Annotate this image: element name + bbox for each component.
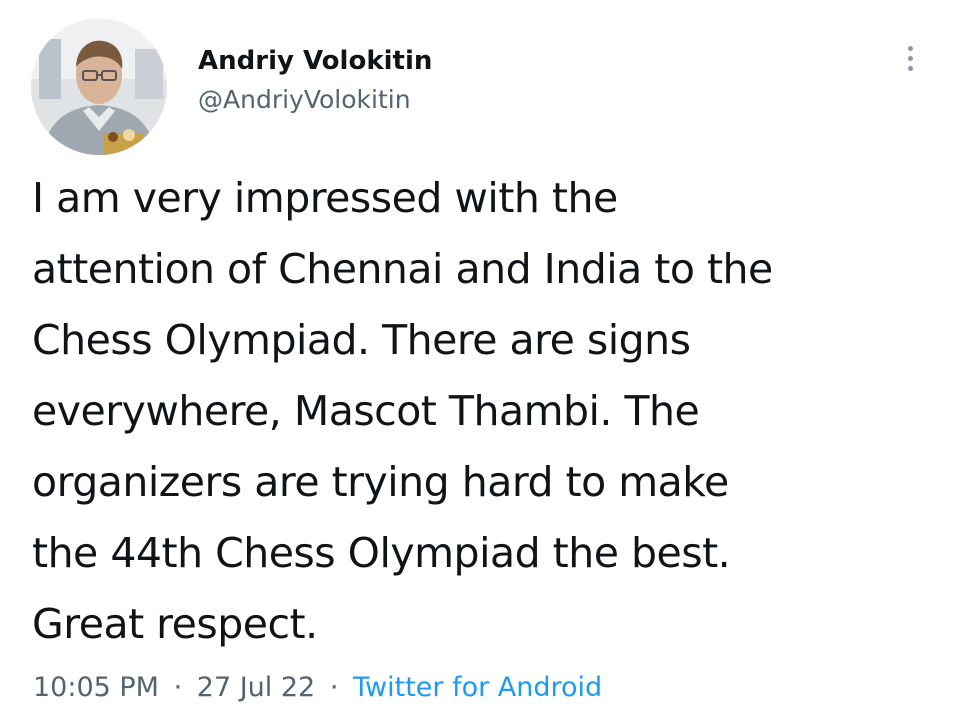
avatar[interactable] <box>31 19 167 155</box>
user-handle[interactable]: @AndriyVolokitin <box>198 83 432 117</box>
author-block: Andriy Volokitin @AndriyVolokitin <box>198 44 432 117</box>
tweet-time[interactable]: 10:05 PM <box>33 672 159 703</box>
tweet-text-line: organizers are trying hard to make <box>32 458 729 506</box>
tweet-date[interactable]: 27 Jul 22 <box>197 672 315 703</box>
more-vertical-icon-dot <box>907 65 913 71</box>
tweet-text-line: Chess Olympiad. There are signs <box>32 316 691 364</box>
meta-separator: · <box>173 672 183 703</box>
tweet-text: I am very impressed with the attention o… <box>32 163 932 660</box>
tweet-source-link[interactable]: Twitter for Android <box>353 672 602 703</box>
more-options-button[interactable] <box>892 36 928 80</box>
more-vertical-icon <box>907 45 913 51</box>
tweet-text-line: attention of Chennai and India to the <box>32 245 773 293</box>
tweet-card: Andriy Volokitin @AndriyVolokitin I am v… <box>0 0 960 722</box>
more-vertical-icon-dot <box>907 55 913 61</box>
tweet-text-line: the 44th Chess Olympiad the best. <box>32 529 731 577</box>
display-name[interactable]: Andriy Volokitin <box>198 44 432 78</box>
meta-separator: · <box>329 672 339 703</box>
tweet-text-line: everywhere, Mascot Thambi. The <box>32 387 700 435</box>
profile-photo-icon <box>31 19 167 155</box>
tweet-text-line: I am very impressed with the <box>32 174 618 222</box>
tweet-meta: 10:05 PM · 27 Jul 22 · Twitter for Andro… <box>33 670 602 706</box>
tweet-text-line: Great respect. <box>32 600 318 648</box>
